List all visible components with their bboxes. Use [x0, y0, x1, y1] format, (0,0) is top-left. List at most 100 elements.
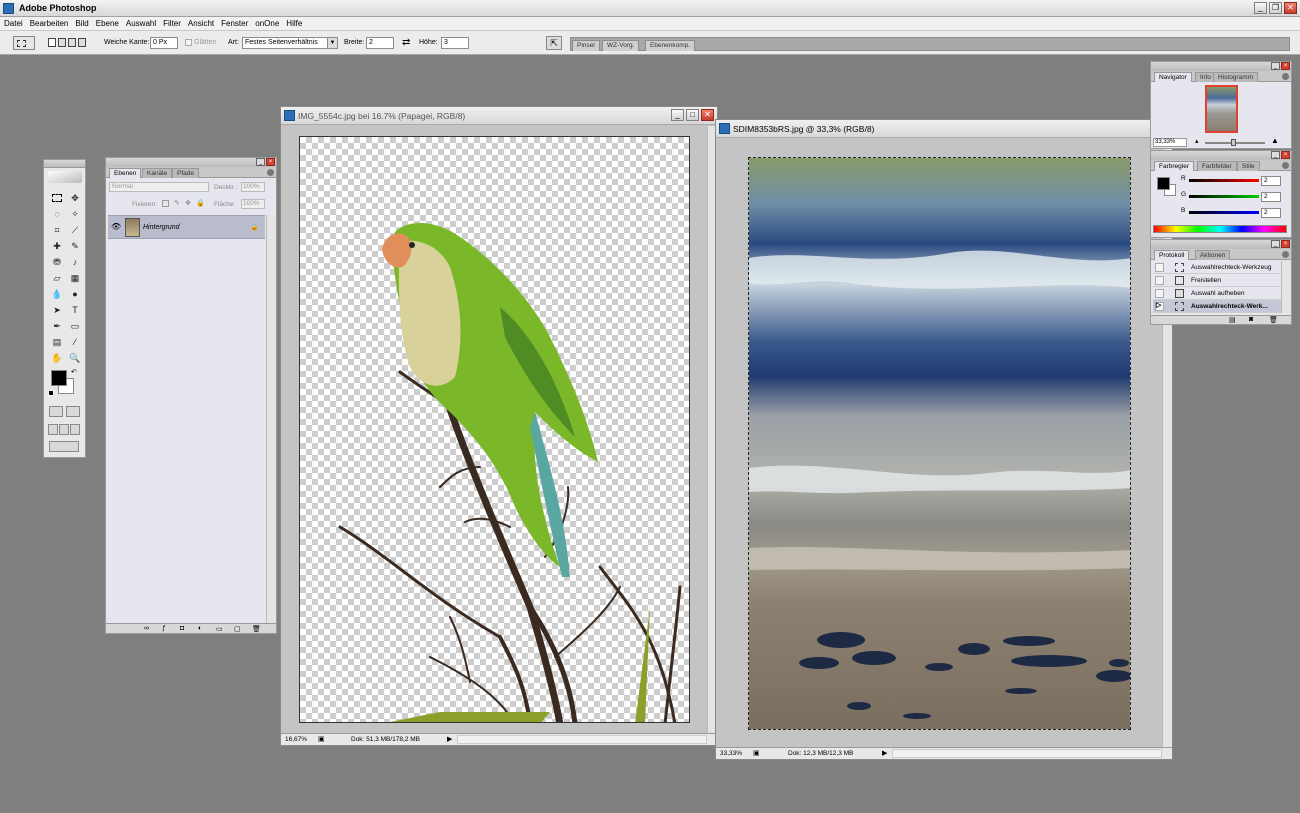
panel-close-button[interactable]: ×	[1281, 62, 1290, 70]
panel-menu-icon[interactable]	[1282, 73, 1289, 80]
brush-tool-icon[interactable]: ✎	[67, 238, 83, 254]
r-input[interactable]: 2	[1261, 176, 1281, 186]
fill-input[interactable]: 100%	[241, 199, 265, 209]
doc-minimize-button[interactable]: _	[671, 109, 684, 121]
style-select[interactable]: Festes Seitenverhältnis ▼	[242, 37, 338, 49]
zoom-level[interactable]: 16,67%	[285, 736, 307, 743]
blend-mode-select[interactable]: Normal	[109, 182, 209, 192]
history-item[interactable]: Freistellen	[1153, 274, 1281, 287]
canvas-beach[interactable]	[748, 157, 1131, 730]
canvas-parrot[interactable]	[299, 136, 690, 723]
menu-onone[interactable]: onOne	[255, 19, 279, 28]
delete-state-icon[interactable]: 🗑	[1269, 316, 1278, 324]
opacity-input[interactable]: 100%	[241, 182, 265, 192]
layers-scrollbar[interactable]	[266, 215, 276, 623]
selection-mode-intersect-icon[interactable]	[78, 38, 86, 47]
layer-mask-icon[interactable]: ◘	[180, 625, 184, 632]
smooth-checkbox[interactable]	[185, 39, 192, 46]
tab-styles[interactable]: Stile	[1237, 161, 1260, 171]
zoom-level[interactable]: 33,33%	[720, 750, 742, 757]
menu-hilfe[interactable]: Hilfe	[286, 19, 302, 28]
file-browser-icon[interactable]: ⇱	[546, 36, 562, 50]
layer-style-icon[interactable]: ƒ	[162, 625, 166, 632]
status-arrow-icon[interactable]: ▶	[882, 749, 887, 757]
eye-icon[interactable]: 👁	[111, 222, 121, 231]
history-snapshot-checkbox[interactable]	[1155, 263, 1164, 272]
layer-row-background[interactable]: 👁 Hintergrund 🔒	[108, 215, 265, 239]
history-item[interactable]: Auswahl aufheben	[1153, 287, 1281, 300]
notes-tool-icon[interactable]: ▤	[49, 334, 65, 350]
panel-minimize-button[interactable]: _	[1271, 62, 1280, 70]
restore-button[interactable]: ❐	[1269, 2, 1282, 14]
eyedropper-tool-icon[interactable]: ⁄	[67, 334, 83, 350]
panel-menu-icon[interactable]	[1282, 251, 1289, 258]
standard-mode-icon[interactable]	[49, 406, 63, 417]
tab-navigator[interactable]: Navigator	[1154, 72, 1192, 82]
link-layers-icon[interactable]: ∞	[144, 625, 149, 632]
height-input[interactable]: 3	[441, 37, 469, 49]
doc-maximize-button[interactable]: □	[686, 109, 699, 121]
gradient-tool-icon[interactable]: ▦	[67, 270, 83, 286]
history-brush-tool-icon[interactable]: ♪	[67, 254, 83, 270]
feather-input[interactable]: 0 Px	[150, 37, 178, 49]
selection-mode-subtract-icon[interactable]	[68, 38, 76, 47]
menu-ansicht[interactable]: Ansicht	[188, 19, 214, 28]
new-document-from-state-icon[interactable]: ▤	[1229, 316, 1236, 324]
panel-minimize-button[interactable]: _	[256, 158, 265, 166]
dodge-tool-icon[interactable]: ●	[67, 286, 83, 302]
close-button[interactable]: ✕	[1284, 2, 1297, 14]
screen-mode-standard-icon[interactable]	[48, 424, 58, 435]
shape-tool-icon[interactable]: ▭	[67, 318, 83, 334]
marquee-tool-icon[interactable]	[49, 190, 65, 206]
hand-tool-icon[interactable]: ✋	[49, 350, 65, 366]
zoom-in-icon[interactable]: ▲	[1271, 136, 1279, 145]
screen-mode-full-icon[interactable]	[70, 424, 80, 435]
pen-tool-icon[interactable]: ✒	[49, 318, 65, 334]
foreground-color-swatch[interactable]	[51, 370, 67, 386]
swap-colors-icon[interactable]: ↶	[71, 368, 77, 376]
history-item-current[interactable]: ▷ Auswahlrechteck-Werk...	[1153, 300, 1281, 313]
screen-mode-full-menu-icon[interactable]	[59, 424, 69, 435]
history-state-brush-icon[interactable]: ▷	[1155, 302, 1164, 311]
beach-horizontal-scrollbar[interactable]	[892, 749, 1162, 758]
panel-menu-icon[interactable]	[267, 169, 274, 176]
crop-tool-icon[interactable]: ⌗	[49, 222, 65, 238]
tab-history[interactable]: Protokoll	[1154, 250, 1190, 260]
new-layer-icon[interactable]: ▢	[234, 625, 241, 633]
tab-actions[interactable]: Aktionen	[1195, 250, 1231, 260]
new-snapshot-icon[interactable]: ◙	[1249, 316, 1253, 323]
lock-all-icon[interactable]: 🔒	[196, 199, 205, 207]
g-slider[interactable]	[1189, 195, 1259, 198]
panel-close-button[interactable]: ×	[266, 158, 275, 166]
color-spectrum-bar[interactable]	[1153, 225, 1287, 233]
menu-filter[interactable]: Filter	[163, 19, 181, 28]
navigator-thumbnail[interactable]	[1205, 85, 1238, 133]
palette-tab-tool-presets[interactable]: WZ-Vorg.	[602, 40, 640, 51]
panel-minimize-button[interactable]: _	[1271, 151, 1280, 159]
magic-wand-tool-icon[interactable]: ✧	[67, 206, 83, 222]
history-snapshot-checkbox[interactable]	[1155, 289, 1164, 298]
history-snapshot-checkbox[interactable]	[1155, 276, 1164, 285]
g-input[interactable]: 2	[1261, 192, 1281, 202]
tab-paths[interactable]: Pfade	[172, 168, 199, 178]
minimize-button[interactable]: _	[1254, 2, 1267, 14]
zoom-out-icon[interactable]: ▴	[1195, 137, 1199, 145]
menu-datei[interactable]: Datei	[4, 19, 23, 28]
menu-ebene[interactable]: Ebene	[96, 19, 119, 28]
color-fg-swatch[interactable]	[1157, 177, 1170, 190]
status-arrow-icon[interactable]: ▶	[447, 735, 452, 743]
path-selection-tool-icon[interactable]: ➤	[49, 302, 65, 318]
r-slider[interactable]	[1189, 179, 1259, 182]
width-input[interactable]: 2	[366, 37, 394, 49]
move-tool-icon[interactable]: ✥	[67, 190, 83, 206]
default-colors-icon[interactable]	[48, 390, 54, 396]
slice-tool-icon[interactable]: ⟋	[67, 222, 83, 238]
jump-to-imageready-icon[interactable]	[49, 441, 79, 452]
menu-bearbeiten[interactable]: Bearbeiten	[30, 19, 69, 28]
parrot-horizontal-scrollbar[interactable]	[457, 735, 707, 744]
doc-close-button[interactable]: ✕	[701, 109, 714, 121]
palette-tab-layer-comps[interactable]: Ebenenkomp.	[645, 40, 696, 51]
navigator-slider-thumb[interactable]	[1231, 139, 1236, 146]
lock-position-icon[interactable]: ✥	[185, 199, 191, 207]
status-menu-icon[interactable]: ▣	[318, 735, 325, 743]
